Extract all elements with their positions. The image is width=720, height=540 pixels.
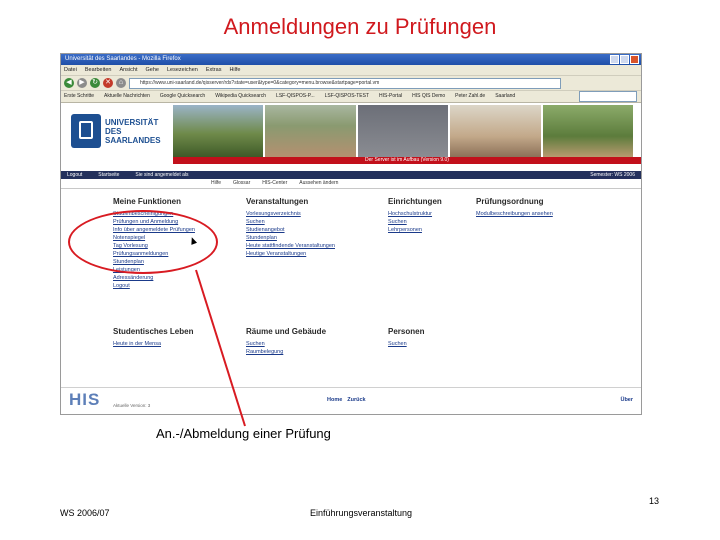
back-icon[interactable]: ◀ [64,78,74,88]
window-title: Universität des Saarlandes - Mozilla Fir… [65,56,181,62]
column-personen: Personen Suchen [388,327,424,348]
column-heading: Veranstaltungen [246,197,309,206]
university-seal-icon [71,114,101,148]
minimize-button[interactable] [610,55,619,64]
stop-icon[interactable]: ✕ [103,78,113,88]
nav-item-home[interactable]: Startseite [98,171,119,179]
footer-semester: WS 2006/07 [60,508,110,518]
menu-item-edit[interactable]: Bearbeiten [85,65,112,75]
link-hochschulstruktur[interactable]: Hochschulstruktur [388,210,442,218]
header-photo [357,105,449,157]
column-heading: Räume und Gebäude [246,327,327,336]
link-modulbeschreibungen[interactable]: Modulbeschreibungen ansehen [476,210,553,218]
his-version: Aktuelle Version: 3 [113,403,151,408]
nav-item-logout[interactable]: Logout [67,171,82,179]
footer-link-about[interactable]: Über [620,397,633,403]
logo-line: UNIVERSITÄT [105,117,159,127]
link-mensa[interactable]: Heute in der Mensa [113,340,193,348]
subnav-item[interactable]: HIS-Center [262,179,287,188]
address-bar[interactable]: https://www.uni-saarland.de/qisserver/rd… [129,77,561,89]
link-heute-veranstaltungen[interactable]: Heute stattfindende Veranstaltungen [246,242,335,250]
column-heading: Studentisches Leben [113,327,194,336]
column-veranstaltungen: Veranstaltungen Vorlesungsverzeichnis Su… [246,197,335,258]
browser-titlebar: Universität des Saarlandes - Mozilla Fir… [61,54,641,65]
column-einrichtungen: Einrichtungen Hochschulstruktur Suchen L… [388,197,442,234]
menu-item-tools[interactable]: Extras [206,65,222,75]
link-suchen[interactable]: Suchen [246,340,326,348]
forward-icon[interactable]: ▶ [77,78,87,88]
bookmark-item[interactable]: Google Quicksearch [160,91,205,102]
footer-link-home[interactable]: Home [327,397,342,403]
column-heading: Prüfungsordnung [476,197,544,206]
column-heading: Personen [388,327,425,336]
link-logout[interactable]: Logout [113,282,195,290]
link-stundenplan[interactable]: Stundenplan [246,234,335,242]
portal-subnav: Hilfe Glossar HIS-Center Aussehen ändern [61,179,641,189]
portal-footer: HIS Aktuelle Version: 3 Home Zurück Über [61,387,641,414]
menu-item-go[interactable]: Gehe [146,65,159,75]
header-photo [542,105,634,157]
bookmark-item[interactable]: LSF-QISPOS-P... [276,91,315,102]
slide-title: Anmeldungen zu Prüfungen [223,14,497,39]
subnav-item[interactable]: Hilfe [211,179,221,188]
university-logo[interactable]: UNIVERSITÄT DES SAARLANDES [71,111,181,151]
header-photo [173,105,264,157]
close-button[interactable] [630,55,639,64]
page-number: 13 [649,496,660,506]
link-heutige-veranstaltungen[interactable]: Heutige Veranstaltungen [246,250,335,258]
maximize-button[interactable] [620,55,629,64]
reload-icon[interactable]: ↻ [90,78,100,88]
menu-item-help[interactable]: Hilfe [229,65,240,75]
header-photo [265,105,356,157]
server-notice: Der Server ist im Aufbau (Version 9.0) [173,157,641,164]
link-studienangebot[interactable]: Studienangebot [246,226,335,234]
footer-event: Einführungsveranstaltung [310,508,413,518]
link-vorlesungsverzeichnis[interactable]: Vorlesungsverzeichnis [246,210,335,218]
portal-navstrip: Logout Startseite Sie sind angemeldet al… [61,171,641,179]
link-raumbelegung[interactable]: Raumbelegung [246,348,326,356]
bookmark-item[interactable]: Erste Schritte [64,91,94,102]
link-lehrpersonen[interactable]: Lehrpersonen [388,226,442,234]
browser-menubar: Datei Bearbeiten Ansicht Gehe Lesezeiche… [61,65,641,76]
nav-item-login-status: Sie sind angemeldet als [135,172,189,178]
browser-navbar: ◀ ▶ ↻ ✕ ⌂ https://www.uni-saarland.de/qi… [61,76,641,91]
link-suchen[interactable]: Suchen [388,218,442,226]
bookmark-item[interactable]: Aktuelle Nachrichten [104,91,150,102]
subnav-item[interactable]: Aussehen ändern [299,179,338,188]
column-studentisches-leben: Studentisches Leben Heute in der Mensa [113,327,193,348]
footer-link-back[interactable]: Zurück [347,397,365,403]
bookmark-item[interactable]: Saarland [495,91,515,102]
search-input[interactable] [579,91,637,102]
header-photo-strip [173,105,634,157]
his-logo: HIS [69,390,101,409]
menu-item-bookmarks[interactable]: Lesezeichen [167,65,198,75]
column-raeume-gebaeude: Räume und Gebäude Suchen Raumbelegung [246,327,326,356]
bookmark-item[interactable]: Wikipedia Quicksearch [215,91,266,102]
menu-item-file[interactable]: Datei [64,65,77,75]
column-heading: Meine Funktionen [113,197,181,206]
column-pruefungsordnung: Prüfungsordnung Modulbeschreibungen anse… [476,197,553,218]
header-photo [450,105,541,157]
bookmark-item[interactable]: HIS-Portal [379,91,402,102]
semester-indicator: Semester: WS 2006 [590,172,635,178]
link-suchen[interactable]: Suchen [246,218,335,226]
bookmark-item[interactable]: LSF-QISPOS-TEST [325,91,369,102]
menu-item-view[interactable]: Ansicht [119,65,137,75]
link-suchen[interactable]: Suchen [388,340,424,348]
bookmarks-toolbar: Erste Schritte Aktuelle Nachrichten Goog… [61,91,641,103]
column-heading: Einrichtungen [388,197,442,206]
link-adressaenderung[interactable]: Adressänderung [113,274,195,282]
portal-header: UNIVERSITÄT DES SAARLANDES Der Server is… [61,103,641,171]
subnav-item[interactable]: Glossar [233,179,250,188]
logo-line: DES [105,126,122,136]
logo-line: SAARLANDES [105,135,161,145]
home-icon[interactable]: ⌂ [116,78,126,88]
bookmark-item[interactable]: Peter Zahl.de [455,91,485,102]
slide-caption: An.-/Abmeldung einer Prüfung [156,426,331,441]
bookmark-item[interactable]: HIS QIS Demo [412,91,445,102]
